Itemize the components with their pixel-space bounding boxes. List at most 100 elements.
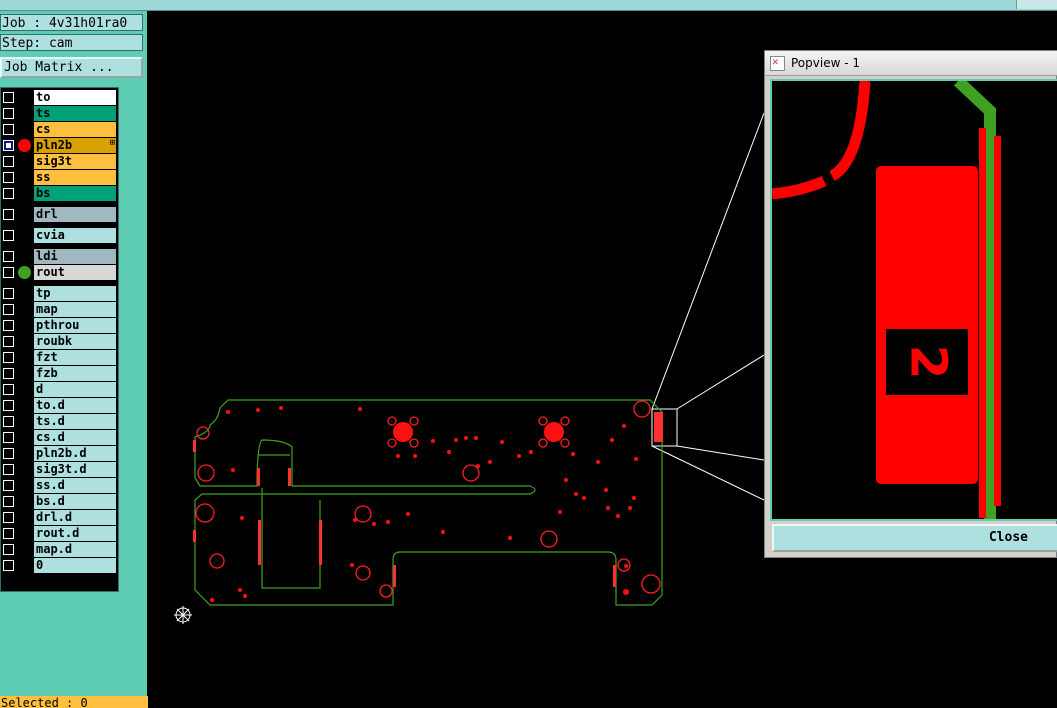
layer-checkbox[interactable] bbox=[3, 432, 14, 443]
layer-row[interactable]: pln2b.d bbox=[1, 446, 118, 461]
layer-name[interactable]: map bbox=[34, 302, 116, 317]
layer-checkbox[interactable] bbox=[3, 368, 14, 379]
arc-trace-lower bbox=[772, 175, 827, 200]
layer-name[interactable]: d bbox=[34, 382, 116, 397]
layer-name[interactable]: ts bbox=[34, 106, 116, 121]
zoom-graphic: 2 bbox=[772, 81, 1001, 519]
layer-checkbox[interactable] bbox=[3, 124, 14, 135]
layer-name[interactable]: pln2b bbox=[34, 138, 116, 153]
layer-checkbox[interactable] bbox=[3, 209, 14, 220]
layer-checkbox[interactable] bbox=[3, 400, 14, 411]
layer-row[interactable]: map bbox=[1, 302, 118, 317]
layer-row[interactable]: d bbox=[1, 382, 118, 397]
layer-name[interactable]: sig3t bbox=[34, 154, 116, 169]
layer-checkbox[interactable] bbox=[3, 352, 14, 363]
layer-row[interactable]: fzb bbox=[1, 366, 118, 381]
layer-row[interactable]: pln2b ⊞ bbox=[1, 138, 118, 153]
window-control-area[interactable] bbox=[1016, 0, 1057, 9]
layer-name[interactable]: map.d bbox=[34, 542, 116, 557]
layer-list: to ts cs pln2b ⊞ sig3t ss bs drl cvia ldi rout tp map… bbox=[0, 87, 119, 592]
layer-checkbox[interactable] bbox=[3, 512, 14, 523]
layer-name[interactable]: ss bbox=[34, 170, 116, 185]
layer-checkbox[interactable] bbox=[3, 560, 14, 571]
layer-row[interactable]: rout.d bbox=[1, 526, 118, 541]
layer-name[interactable]: ldi bbox=[34, 249, 116, 264]
layer-checkbox[interactable] bbox=[3, 448, 14, 459]
layer-name[interactable]: sig3t.d bbox=[34, 462, 116, 477]
layer-checkbox[interactable] bbox=[3, 267, 14, 278]
layer-row[interactable]: ts bbox=[1, 106, 118, 121]
layer-name[interactable]: roubk bbox=[34, 334, 116, 349]
layer-row[interactable]: cvia bbox=[1, 228, 118, 243]
layer-row[interactable]: roubk bbox=[1, 334, 118, 349]
layer-checkbox[interactable] bbox=[3, 172, 14, 183]
layer-row[interactable]: to.d bbox=[1, 398, 118, 413]
layer-row[interactable]: pthrou bbox=[1, 318, 118, 333]
layer-checkbox[interactable] bbox=[3, 251, 14, 262]
pad-label: 2 bbox=[900, 345, 958, 380]
layer-name[interactable]: bs.d bbox=[34, 494, 116, 509]
layer-checkbox[interactable] bbox=[3, 188, 14, 199]
popview-title: Popview - 1 bbox=[791, 56, 860, 70]
layer-name[interactable]: cvia bbox=[34, 228, 116, 243]
layer-name[interactable]: 0 bbox=[34, 558, 116, 573]
layer-name[interactable]: to bbox=[34, 90, 116, 105]
layer-checkbox[interactable] bbox=[3, 320, 14, 331]
layer-checkbox[interactable] bbox=[3, 140, 14, 151]
layer-name[interactable]: fzt bbox=[34, 350, 116, 365]
layer-name[interactable]: to.d bbox=[34, 398, 116, 413]
layer-row[interactable]: to bbox=[1, 90, 118, 105]
layer-name[interactable]: drl.d bbox=[34, 510, 116, 525]
layer-row[interactable]: fzt bbox=[1, 350, 118, 365]
layer-row[interactable]: cs.d bbox=[1, 430, 118, 445]
layer-row[interactable]: ts.d bbox=[1, 414, 118, 429]
layer-name[interactable]: cs bbox=[34, 122, 116, 137]
layer-row[interactable]: ss.d bbox=[1, 478, 118, 493]
layer-row[interactable]: ldi bbox=[1, 249, 118, 264]
layer-name[interactable]: rout.d bbox=[34, 526, 116, 541]
close-button[interactable]: Close bbox=[772, 524, 1057, 552]
layer-name[interactable]: bs bbox=[34, 186, 116, 201]
layer-checkbox[interactable] bbox=[3, 304, 14, 315]
layer-name[interactable]: fzb bbox=[34, 366, 116, 381]
layer-name[interactable]: ts.d bbox=[34, 414, 116, 429]
popview-zoom-view[interactable]: 2 bbox=[770, 79, 1057, 521]
layer-checkbox[interactable] bbox=[3, 528, 14, 539]
layer-checkbox[interactable] bbox=[3, 230, 14, 241]
popview-titlebar[interactable]: Popview - 1 bbox=[765, 51, 1057, 76]
layer-row[interactable]: drl.d bbox=[1, 510, 118, 525]
layer-row[interactable]: cs bbox=[1, 122, 118, 137]
layer-name[interactable]: pthrou bbox=[34, 318, 116, 333]
layer-checkbox[interactable] bbox=[3, 544, 14, 555]
layer-name[interactable]: cs.d bbox=[34, 430, 116, 445]
layer-row[interactable]: rout bbox=[1, 265, 118, 280]
layer-name[interactable]: ss.d bbox=[34, 478, 116, 493]
layer-checkbox[interactable] bbox=[3, 384, 14, 395]
layer-checkbox[interactable] bbox=[3, 156, 14, 167]
layer-checkbox[interactable] bbox=[3, 464, 14, 475]
layer-checkbox[interactable] bbox=[3, 496, 14, 507]
layer-name[interactable]: rout bbox=[34, 265, 116, 280]
layer-checkbox[interactable] bbox=[3, 480, 14, 491]
layer-row[interactable]: drl bbox=[1, 207, 118, 222]
layer-checkbox[interactable] bbox=[3, 92, 14, 103]
layer-row[interactable]: 0 bbox=[1, 558, 118, 573]
layer-checkbox[interactable] bbox=[3, 336, 14, 347]
arc-trace bbox=[829, 81, 871, 181]
layer-name[interactable]: tp bbox=[34, 286, 116, 301]
layer-row[interactable]: bs bbox=[1, 186, 118, 201]
layer-row[interactable]: ss bbox=[1, 170, 118, 185]
layer-row[interactable]: tp bbox=[1, 286, 118, 301]
job-matrix-button[interactable]: Job Matrix ... bbox=[0, 57, 143, 78]
layer-row[interactable]: sig3t.d bbox=[1, 462, 118, 477]
popview-window[interactable]: Popview - 1 2 Close bbox=[764, 50, 1057, 558]
layer-checkbox[interactable] bbox=[3, 288, 14, 299]
layer-checkbox[interactable] bbox=[3, 416, 14, 427]
layer-checkbox[interactable] bbox=[3, 108, 14, 119]
layer-name[interactable]: drl bbox=[34, 207, 116, 222]
layer-name[interactable]: pln2b.d bbox=[34, 446, 116, 461]
layer-row[interactable]: sig3t bbox=[1, 154, 118, 169]
layer-row[interactable]: bs.d bbox=[1, 494, 118, 509]
step-name: Step: cam bbox=[0, 34, 143, 51]
layer-row[interactable]: map.d bbox=[1, 542, 118, 557]
